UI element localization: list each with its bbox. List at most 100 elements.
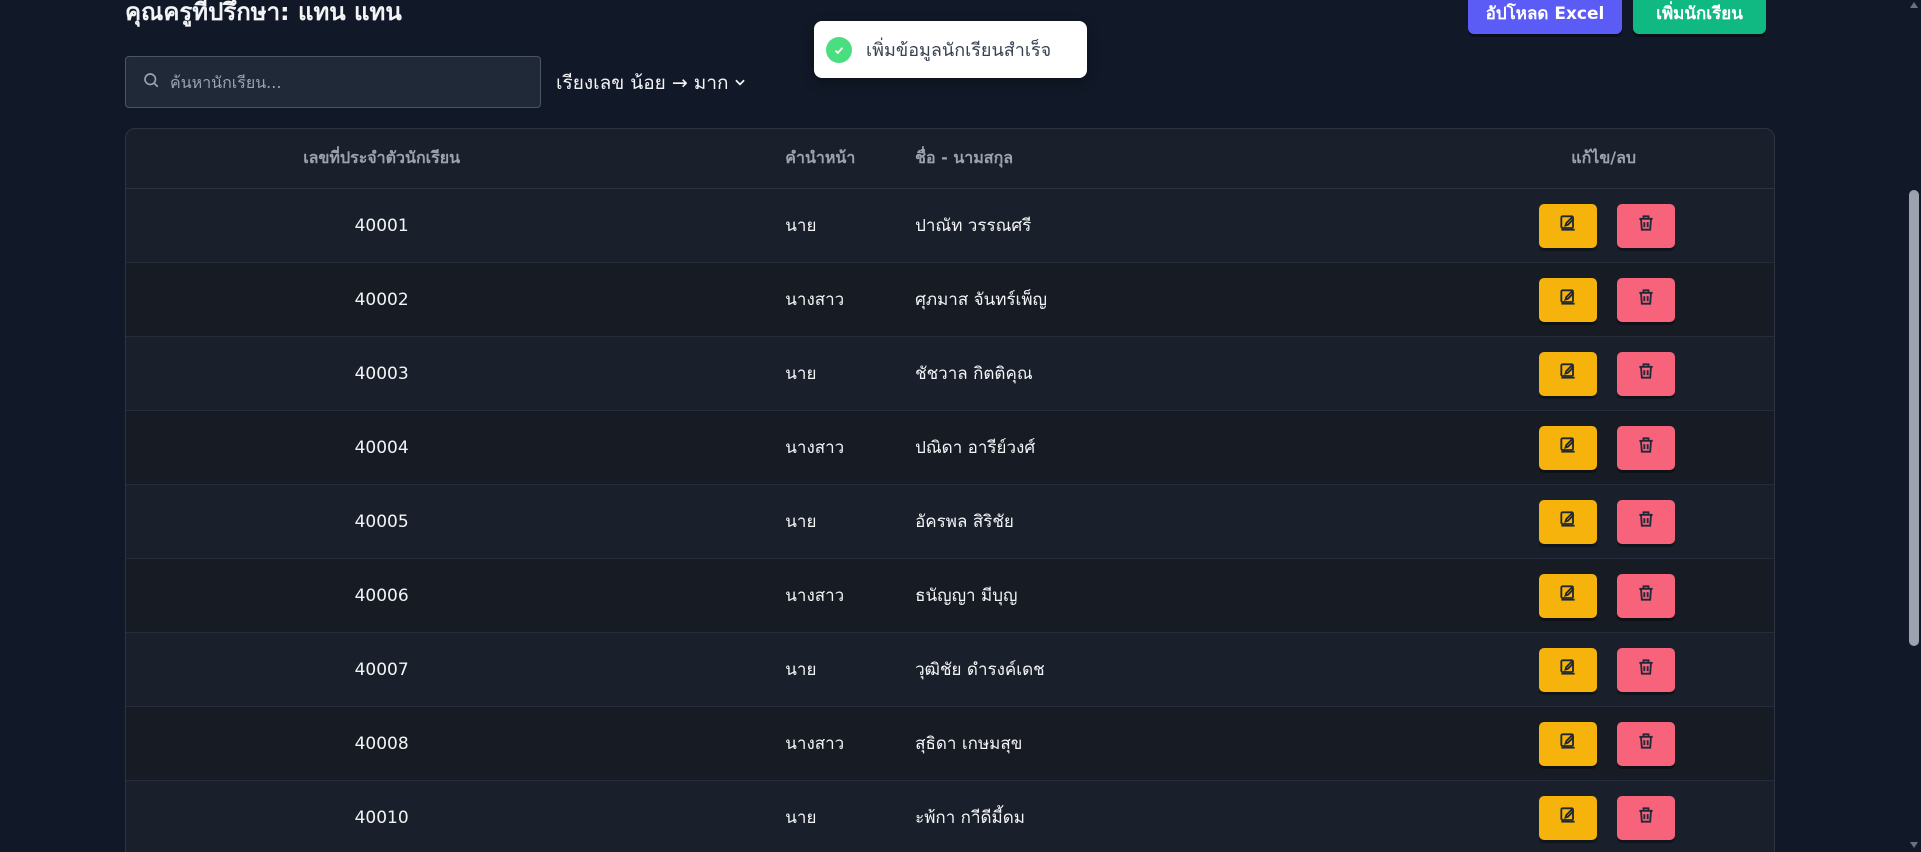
- student-id: 40010: [354, 807, 409, 828]
- student-name: ชัชวาล กิตติคุณ: [915, 364, 1033, 384]
- edit-icon: [1558, 657, 1578, 682]
- delete-button[interactable]: [1617, 277, 1676, 322]
- scrollbar-thumb[interactable]: [1909, 190, 1919, 646]
- edit-icon: [1558, 805, 1578, 830]
- chevron-down-icon: [733, 72, 747, 94]
- student-id: 40003: [354, 363, 409, 384]
- student-id: 40004: [354, 437, 409, 458]
- edit-button[interactable]: [1539, 573, 1598, 618]
- delete-button[interactable]: [1617, 573, 1676, 618]
- scroll-down-arrow[interactable]: [1910, 842, 1918, 848]
- edit-icon: [1558, 213, 1578, 238]
- page-title: คุณครูที่ปรึกษา: แทน แทน: [125, 0, 402, 26]
- column-header-id[interactable]: เลขที่ประจำตัวนักเรียน: [126, 146, 637, 171]
- row-actions: [1474, 795, 1774, 840]
- search-input[interactable]: [170, 72, 530, 92]
- table-body: 40001 นาย ปาณัท วรรณศรี 40002 นางสาว ศุภมาส จ…: [126, 189, 1774, 852]
- student-prefix: นางสาว: [785, 290, 845, 310]
- trash-icon: [1636, 805, 1656, 830]
- trash-icon: [1636, 435, 1656, 460]
- column-header-name[interactable]: ชื่อ - นามสกุล: [915, 146, 1474, 171]
- row-actions: [1474, 647, 1774, 692]
- student-name: วุฒิชัย ดำรงค์เดช: [915, 660, 1045, 680]
- sort-label: เรียงเลข น้อย → มาก: [556, 72, 729, 94]
- trash-icon: [1636, 213, 1656, 238]
- delete-button[interactable]: [1617, 795, 1676, 840]
- edit-button[interactable]: [1539, 647, 1598, 692]
- student-prefix: นางสาว: [785, 734, 845, 754]
- delete-button[interactable]: [1617, 721, 1676, 766]
- student-prefix: นาย: [785, 808, 817, 828]
- row-actions: [1474, 425, 1774, 470]
- trash-icon: [1636, 583, 1656, 608]
- search-box[interactable]: [125, 56, 541, 108]
- sort-dropdown[interactable]: เรียงเลข น้อย → มาก: [556, 68, 747, 98]
- table-row: 40010 นาย ะพ้กา กาีดีมี้ดม: [126, 781, 1774, 852]
- student-table: เลขที่ประจำตัวนักเรียน คำนำหน้า ชื่อ - น…: [125, 128, 1775, 852]
- upload-excel-button[interactable]: อัปโหลด Excel: [1468, 0, 1622, 34]
- success-toast: เพิ่มข้อมูลนักเรียนสำเร็จ: [814, 21, 1087, 78]
- student-prefix: นาย: [785, 364, 817, 384]
- edit-button[interactable]: [1539, 277, 1598, 322]
- edit-button[interactable]: [1539, 795, 1598, 840]
- add-student-button[interactable]: เพิ่มนักเรียน: [1633, 0, 1766, 34]
- table-row: 40006 นางสาว ธนัญญา มีบุญ: [126, 559, 1774, 633]
- table-row: 40003 นาย ชัชวาล กิตติคุณ: [126, 337, 1774, 411]
- delete-button[interactable]: [1617, 499, 1676, 544]
- trash-icon: [1636, 657, 1656, 682]
- student-prefix: นาย: [785, 512, 817, 532]
- table-row: 40004 นางสาว ปณิดา อารีย์วงศ์: [126, 411, 1774, 485]
- edit-icon: [1558, 509, 1578, 534]
- student-name: อัครพล สิริชัย: [915, 512, 1014, 532]
- table-row: 40005 นาย อัครพล สิริชัย: [126, 485, 1774, 559]
- student-id: 40005: [354, 511, 409, 532]
- student-name: ปณิดา อารีย์วงศ์: [915, 438, 1036, 458]
- row-actions: [1474, 203, 1774, 248]
- row-actions: [1474, 721, 1774, 766]
- student-id: 40008: [354, 733, 409, 754]
- row-actions: [1474, 499, 1774, 544]
- student-id: 40006: [354, 585, 409, 606]
- table-row: 40007 นาย วุฒิชัย ดำรงค์เดช: [126, 633, 1774, 707]
- student-name: ศุภมาส จันทร์เพ็ญ: [915, 290, 1048, 310]
- delete-button[interactable]: [1617, 647, 1676, 692]
- row-actions: [1474, 351, 1774, 396]
- search-icon: [142, 71, 160, 93]
- delete-button[interactable]: [1617, 203, 1676, 248]
- student-name: ะพ้กา กาีดีมี้ดม: [915, 808, 1026, 828]
- student-prefix: นางสาว: [785, 586, 845, 606]
- edit-icon: [1558, 583, 1578, 608]
- table-header: เลขที่ประจำตัวนักเรียน คำนำหน้า ชื่อ - น…: [126, 129, 1774, 189]
- row-actions: [1474, 573, 1774, 618]
- edit-button[interactable]: [1539, 425, 1598, 470]
- delete-button[interactable]: [1617, 351, 1676, 396]
- edit-icon: [1558, 435, 1578, 460]
- scrollbar[interactable]: [1907, 0, 1921, 852]
- student-name: ธนัญญา มีบุญ: [915, 586, 1018, 606]
- edit-button[interactable]: [1539, 203, 1598, 248]
- scroll-up-arrow[interactable]: [1910, 2, 1918, 8]
- student-name: ปาณัท วรรณศรี: [915, 216, 1032, 236]
- column-header-actions: แก้ไข/ลบ: [1571, 148, 1637, 167]
- edit-button[interactable]: [1539, 721, 1598, 766]
- student-id: 40001: [354, 215, 409, 236]
- column-header-prefix[interactable]: คำนำหน้า: [637, 146, 915, 171]
- trash-icon: [1636, 287, 1656, 312]
- check-circle-icon: [826, 36, 852, 63]
- student-prefix: นาย: [785, 216, 817, 236]
- edit-button[interactable]: [1539, 499, 1598, 544]
- student-prefix: นาย: [785, 660, 817, 680]
- row-actions: [1474, 277, 1774, 322]
- student-prefix: นางสาว: [785, 438, 845, 458]
- trash-icon: [1636, 361, 1656, 386]
- delete-button[interactable]: [1617, 425, 1676, 470]
- edit-icon: [1558, 731, 1578, 756]
- edit-button[interactable]: [1539, 351, 1598, 396]
- table-row: 40001 นาย ปาณัท วรรณศรี: [126, 189, 1774, 263]
- table-row: 40002 นางสาว ศุภมาส จันทร์เพ็ญ: [126, 263, 1774, 337]
- table-row: 40008 นางสาว สุธิดา เกษมสุข: [126, 707, 1774, 781]
- student-name: สุธิดา เกษมสุข: [915, 734, 1023, 754]
- trash-icon: [1636, 731, 1656, 756]
- trash-icon: [1636, 509, 1656, 534]
- toast-message: เพิ่มข้อมูลนักเรียนสำเร็จ: [866, 40, 1052, 61]
